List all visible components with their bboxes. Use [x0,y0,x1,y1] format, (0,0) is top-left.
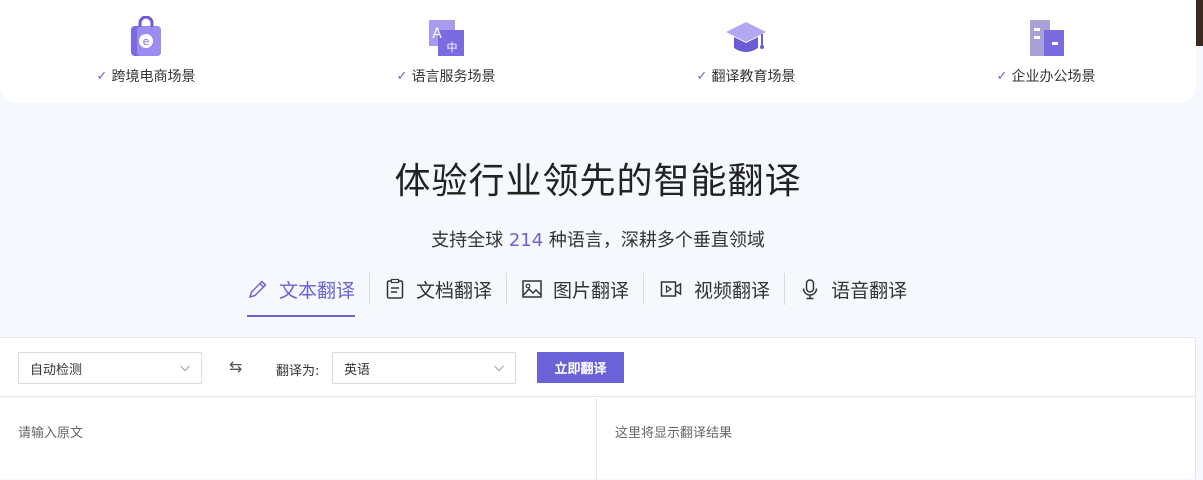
image-icon [522,280,542,298]
tab-text-translation[interactable]: 文本翻译 [233,271,369,317]
target-language-value: 英语 [344,362,371,378]
tab-voice-translation[interactable]: 语音翻译 [785,271,921,307]
scene-bar: e ✓ 跨境电商场景 A 中 ✓ 语言服务场景 ✓ 翻译教育场景 ✓ 企业办公场… [0,0,1196,103]
swap-languages-icon[interactable]: ⇆ [229,357,242,376]
svg-text:中: 中 [447,41,458,54]
source-placeholder: 请输入原文 [18,426,84,441]
office-building-icon [1030,20,1064,56]
scene-label: 企业办公场景 [1011,69,1096,85]
page-title: 体验行业领先的智能翻译 [394,161,802,202]
tab-label: 视频翻译 [694,279,771,302]
scene-label: 语言服务场景 [411,69,496,85]
source-text-input[interactable]: 请输入原文 [0,398,597,480]
svg-text:A: A [432,26,442,42]
tab-label: 文档翻译 [416,279,493,302]
source-language-value: 自动检测 [30,362,83,378]
check-icon: ✓ [96,68,108,84]
page-subtitle: 支持全球 214 种语言，深耕多个垂直领域 [431,230,765,251]
language-count: 214 [508,230,544,251]
translation-result-area: 这里将显示翻译结果 [597,398,1196,480]
shopping-bag-icon: e [131,16,161,56]
background-edge [1196,0,1203,46]
scene-enterprise-office[interactable]: ✓ 企业办公场景 [946,16,1146,96]
check-icon: ✓ [396,68,408,84]
chevron-down-icon [494,365,504,372]
tab-label: 图片翻译 [553,279,630,302]
tab-video-translation[interactable]: 视频翻译 [644,271,784,307]
tab-image-translation[interactable]: 图片翻译 [507,271,643,307]
svg-text:e: e [143,35,150,48]
check-icon: ✓ [696,68,708,84]
translator-toolbar: 自动检测 ⇆ 翻译为: 英语 立即翻译 [0,338,1195,397]
scene-label: 翻译教育场景 [711,69,796,85]
document-icon [386,278,404,299]
source-language-select[interactable]: 自动检测 [18,352,202,384]
tab-label: 语音翻译 [831,279,908,302]
tab-label: 文本翻译 [279,279,356,302]
result-placeholder: 这里将显示翻译结果 [615,426,733,441]
translate-letters-icon: A 中 [429,20,464,56]
target-language-select[interactable]: 英语 [332,352,516,384]
translate-button[interactable]: 立即翻译 [537,352,624,383]
scene-cross-border-ecommerce[interactable]: e ✓ 跨境电商场景 [46,16,246,96]
microphone-icon [802,279,818,300]
scene-language-services[interactable]: A 中 ✓ 语言服务场景 [346,16,546,96]
tab-document-translation[interactable]: 文档翻译 [370,271,506,307]
check-icon: ✓ [996,68,1008,84]
pencil-icon [248,280,267,299]
chevron-down-icon [180,365,190,372]
translator-panel: 自动检测 ⇆ 翻译为: 英语 立即翻译 请输入原文 这里将显示翻译结果 [0,337,1196,480]
graduation-cap-icon [726,22,766,52]
scene-label: 跨境电商场景 [111,69,196,85]
scene-translation-education[interactable]: ✓ 翻译教育场景 [646,16,846,96]
target-language-label: 翻译为: [276,364,320,379]
video-icon [660,281,682,297]
translation-mode-tabs: 文本翻译 文档翻译 图片翻译 视频翻译 语音翻译 [233,271,921,319]
